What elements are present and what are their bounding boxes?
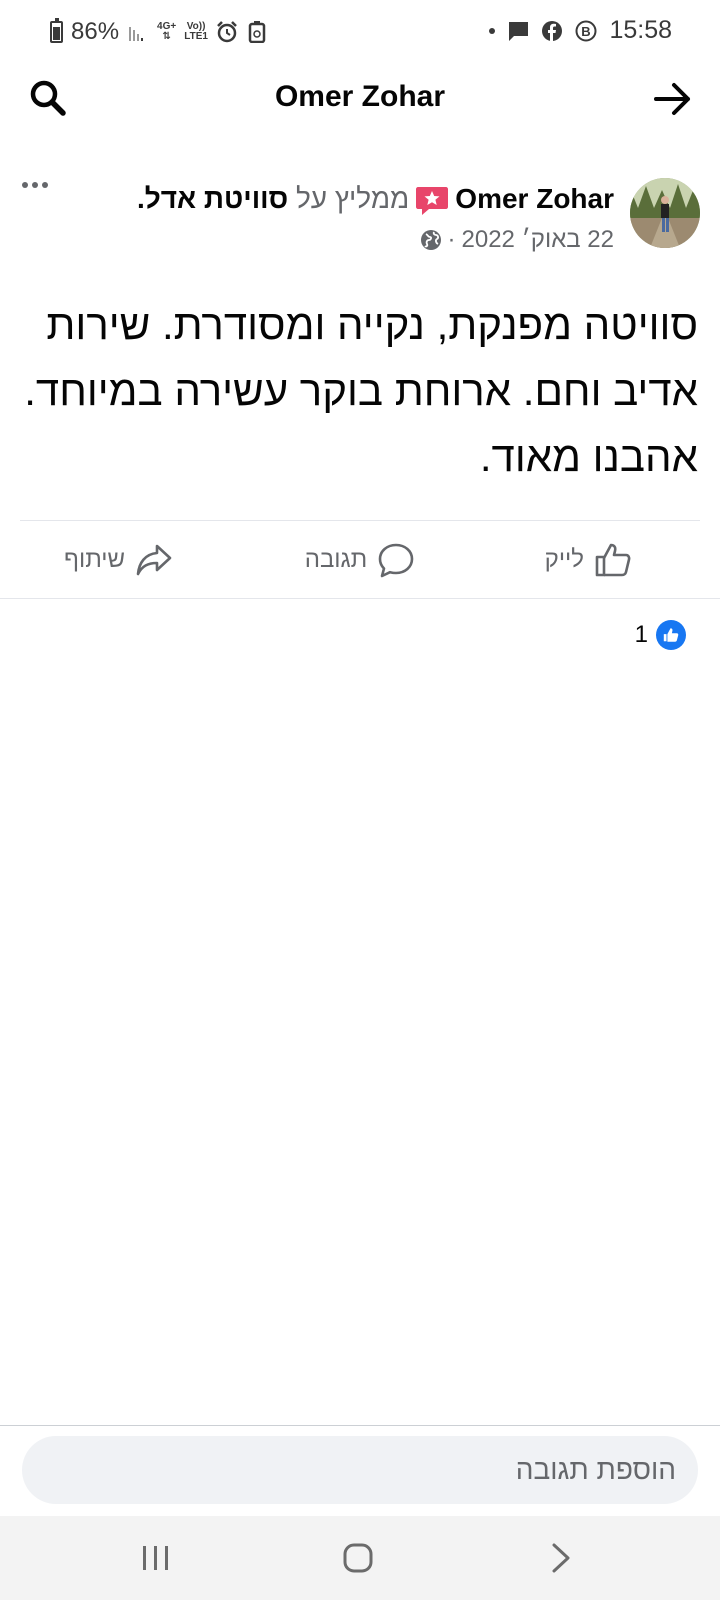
back-icon[interactable] xyxy=(538,1538,582,1578)
volte-indicator: Vo)) LTE1 xyxy=(184,21,208,42)
system-navigation-bar xyxy=(0,1516,720,1600)
comment-placeholder: הוספת תגובה xyxy=(515,1454,676,1485)
facebook-icon xyxy=(542,20,563,41)
page-title: Omer Zohar xyxy=(274,80,446,113)
reaction-summary[interactable]: 1 xyxy=(635,620,686,650)
more-options-icon[interactable] xyxy=(20,170,50,200)
status-right: B 15:58 xyxy=(489,16,672,45)
b-icon: B xyxy=(575,20,597,41)
author-avatar[interactable] xyxy=(630,178,700,248)
globe-icon xyxy=(420,230,441,250)
svg-text:B: B xyxy=(582,24,591,39)
share-button[interactable]: שיתוף xyxy=(64,532,173,588)
author-name[interactable]: Omer Zohar xyxy=(455,183,614,214)
like-reaction-icon xyxy=(656,620,686,650)
share-icon xyxy=(136,544,172,576)
status-time: 15:58 xyxy=(609,16,672,44)
post-meta: 22 באוק׳ 2022 · xyxy=(420,226,614,254)
reaction-count: 1 xyxy=(634,621,648,648)
battery-icon xyxy=(50,18,63,43)
arrow-right-icon[interactable] xyxy=(652,78,694,120)
message-icon xyxy=(508,21,529,41)
recycle-icon xyxy=(248,21,266,43)
status-bar: 86% 4G+ ⇅ Vo)) LTE1 B 15:58 xyxy=(0,0,720,66)
comment-icon xyxy=(378,543,414,578)
home-icon[interactable] xyxy=(336,1538,380,1578)
network-indicator: 4G+ ⇅ xyxy=(157,21,177,42)
post-actions: לייק תגובה שיתוף xyxy=(0,532,720,590)
divider xyxy=(0,598,720,599)
trailing-period: . xyxy=(136,183,145,214)
share-label: שיתוף xyxy=(64,546,126,573)
recommendation-star-icon xyxy=(416,186,449,215)
meta-separator: · xyxy=(447,226,456,253)
notification-dot xyxy=(489,27,496,34)
post-author-line: Omer Zohar ממליץ על סוויטת אדל. xyxy=(54,178,614,220)
divider xyxy=(0,1425,720,1426)
comment-input[interactable]: הוספת תגובה xyxy=(22,1436,698,1504)
alarm-icon xyxy=(217,21,237,43)
post-body: סוויטה מפנקת, נקייה ומסודרת. שירות אדיב … xyxy=(24,301,698,480)
signal-icon xyxy=(129,27,144,41)
recommends-text: ממליץ על xyxy=(295,183,410,214)
comment-label: תגובה xyxy=(304,546,368,573)
battery-percentage: 86% xyxy=(71,18,120,45)
divider xyxy=(20,520,700,521)
top-app-bar: Omer Zohar xyxy=(0,66,720,134)
post-date[interactable]: 22 באוק׳ 2022 xyxy=(462,226,614,254)
recent-apps-icon[interactable] xyxy=(134,1538,178,1578)
page-name-link[interactable]: סוויטת אדל xyxy=(145,183,288,214)
status-left: 86% 4G+ ⇅ Vo)) LTE1 xyxy=(50,18,268,46)
